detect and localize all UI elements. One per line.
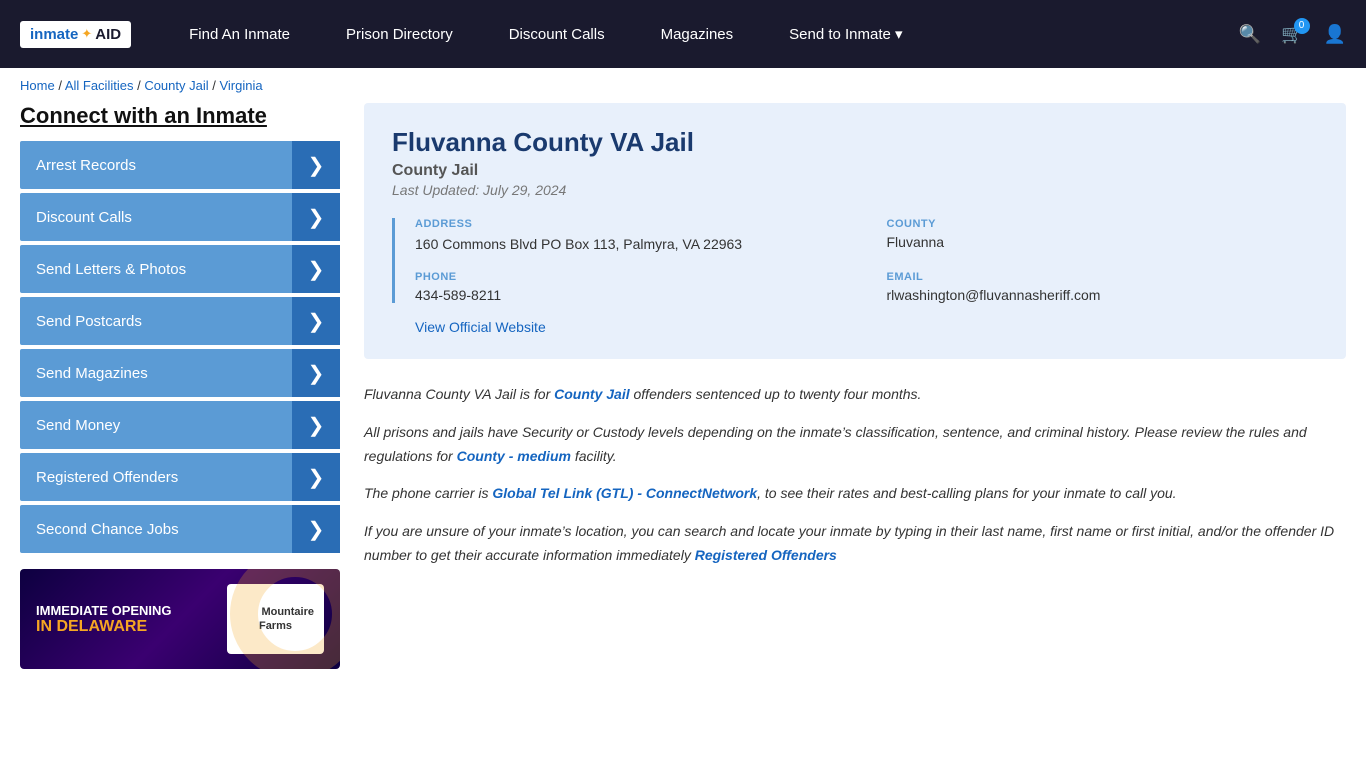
- sidebar-title: Connect with an Inmate: [20, 103, 340, 129]
- desc-county-medium-link[interactable]: County - medium: [457, 448, 571, 464]
- breadcrumb: Home / All Facilities / County Jail / Vi…: [0, 68, 1366, 103]
- second-chance-jobs-label: Second Chance Jobs: [36, 521, 179, 538]
- desc-para3: The phone carrier is Global Tel Link (GT…: [364, 482, 1346, 506]
- second-chance-jobs-arrow: ❯: [292, 505, 340, 553]
- navbar: inmate ✦ AID Find An Inmate Prison Direc…: [0, 0, 1366, 68]
- desc-county-jail-link[interactable]: County Jail: [554, 386, 629, 402]
- arrest-records-arrow: ❯: [292, 141, 340, 189]
- facility-last-updated: Last Updated: July 29, 2024: [392, 182, 1318, 198]
- cart-button[interactable]: 🛒 0: [1281, 24, 1303, 45]
- send-postcards-arrow: ❯: [292, 297, 340, 345]
- nav-discount-calls[interactable]: Discount Calls: [481, 0, 633, 68]
- desc-para2: All prisons and jails have Security or C…: [364, 421, 1346, 469]
- breadcrumb-home[interactable]: Home: [20, 78, 55, 93]
- phone-label: PHONE: [415, 271, 847, 283]
- breadcrumb-all-facilities[interactable]: All Facilities: [65, 78, 134, 93]
- user-button[interactable]: 👤: [1324, 24, 1346, 45]
- address-label: ADDRESS: [415, 218, 847, 230]
- phone-value: 434-589-8211: [415, 287, 847, 303]
- sidebar-btn-send-magazines[interactable]: Send Magazines ❯: [20, 349, 340, 397]
- ad-content: IMMEDIATE OPENING IN DELAWARE: [36, 603, 227, 636]
- discount-calls-label: Discount Calls: [36, 209, 132, 226]
- official-link-row: View Official Website: [392, 319, 1318, 335]
- desc-registered-offenders-link[interactable]: Registered Offenders: [695, 547, 837, 563]
- desc-para2-end: facility.: [571, 448, 617, 464]
- send-magazines-arrow: ❯: [292, 349, 340, 397]
- sidebar-btn-send-letters[interactable]: Send Letters & Photos ❯: [20, 245, 340, 293]
- send-money-arrow: ❯: [292, 401, 340, 449]
- desc-para1: Fluvanna County VA Jail is for County Ja…: [364, 383, 1346, 407]
- breadcrumb-county-jail[interactable]: County Jail: [144, 78, 208, 93]
- desc-para1-end: offenders sentenced up to twenty four mo…: [630, 386, 922, 402]
- email-block: EMAIL rlwashington@fluvannasheriff.com: [887, 271, 1319, 303]
- info-grid: ADDRESS 160 Commons Blvd PO Box 113, Pal…: [392, 218, 1318, 303]
- sidebar-btn-send-postcards[interactable]: Send Postcards ❯: [20, 297, 340, 345]
- email-label: EMAIL: [887, 271, 1319, 283]
- nav-links: Find An Inmate Prison Directory Discount…: [161, 0, 1239, 68]
- send-letters-arrow: ❯: [292, 245, 340, 293]
- send-money-label: Send Money: [36, 417, 120, 434]
- logo-bird-icon: ✦: [81, 26, 92, 42]
- breadcrumb-state[interactable]: Virginia: [219, 78, 262, 93]
- address-block: ADDRESS 160 Commons Blvd PO Box 113, Pal…: [415, 218, 847, 255]
- ad-line1: IMMEDIATE OPENING: [36, 603, 227, 618]
- county-label: COUNTY: [887, 218, 1319, 230]
- content-area: Fluvanna County VA Jail County Jail Last…: [364, 103, 1346, 669]
- sidebar-btn-second-chance-jobs[interactable]: Second Chance Jobs ❯: [20, 505, 340, 553]
- description-area: Fluvanna County VA Jail is for County Ja…: [364, 379, 1346, 586]
- official-website-link[interactable]: View Official Website: [415, 319, 546, 335]
- desc-para4-start: If you are unsure of your inmate’s locat…: [364, 523, 1334, 563]
- cart-badge: 0: [1294, 18, 1310, 34]
- ad-line2: IN DELAWARE: [36, 618, 227, 636]
- desc-para3-start: The phone carrier is: [364, 485, 492, 501]
- desc-para3-end: , to see their rates and best-calling pl…: [757, 485, 1176, 501]
- sidebar: Connect with an Inmate Arrest Records ❯ …: [20, 103, 340, 669]
- phone-block: PHONE 434-589-8211: [415, 271, 847, 303]
- nav-send-to-inmate[interactable]: Send to Inmate ▾: [761, 0, 930, 68]
- sidebar-btn-arrest-records[interactable]: Arrest Records ❯: [20, 141, 340, 189]
- county-value: Fluvanna: [887, 234, 1319, 250]
- desc-para1-start: Fluvanna County VA Jail is for: [364, 386, 554, 402]
- email-value: rlwashington@fluvannasheriff.com: [887, 287, 1319, 303]
- facility-type: County Jail: [392, 162, 1318, 180]
- send-magazines-label: Send Magazines: [36, 365, 148, 382]
- logo-aid-text: AID: [95, 26, 121, 43]
- logo[interactable]: inmate ✦ AID: [20, 21, 131, 48]
- facility-name: Fluvanna County VA Jail: [392, 127, 1318, 158]
- nav-prison-directory[interactable]: Prison Directory: [318, 0, 481, 68]
- facility-card: Fluvanna County VA Jail County Jail Last…: [364, 103, 1346, 359]
- nav-icons: 🔍 🛒 0 👤: [1239, 24, 1346, 45]
- address-value: 160 Commons Blvd PO Box 113, Palmyra, VA…: [415, 234, 847, 255]
- discount-calls-arrow: ❯: [292, 193, 340, 241]
- ad-arc-decoration: [230, 569, 340, 669]
- ad-banner[interactable]: IMMEDIATE OPENING IN DELAWARE Mountaire …: [20, 569, 340, 669]
- registered-offenders-label: Registered Offenders: [36, 469, 178, 486]
- search-icon: 🔍: [1239, 24, 1261, 44]
- logo-inmate-text: inmate: [30, 26, 78, 43]
- sidebar-btn-discount-calls[interactable]: Discount Calls ❯: [20, 193, 340, 241]
- send-postcards-label: Send Postcards: [36, 313, 142, 330]
- search-button[interactable]: 🔍: [1239, 24, 1261, 45]
- nav-magazines[interactable]: Magazines: [633, 0, 762, 68]
- desc-gtl-link[interactable]: Global Tel Link (GTL) - ConnectNetwork: [492, 485, 757, 501]
- registered-offenders-arrow: ❯: [292, 453, 340, 501]
- main-layout: Connect with an Inmate Arrest Records ❯ …: [0, 103, 1366, 689]
- nav-find-inmate[interactable]: Find An Inmate: [161, 0, 318, 68]
- user-icon: 👤: [1324, 24, 1346, 44]
- sidebar-btn-send-money[interactable]: Send Money ❯: [20, 401, 340, 449]
- county-block: COUNTY Fluvanna: [887, 218, 1319, 255]
- arrest-records-label: Arrest Records: [36, 157, 136, 174]
- sidebar-btn-registered-offenders[interactable]: Registered Offenders ❯: [20, 453, 340, 501]
- desc-para4: If you are unsure of your inmate’s locat…: [364, 520, 1346, 568]
- send-letters-label: Send Letters & Photos: [36, 261, 186, 278]
